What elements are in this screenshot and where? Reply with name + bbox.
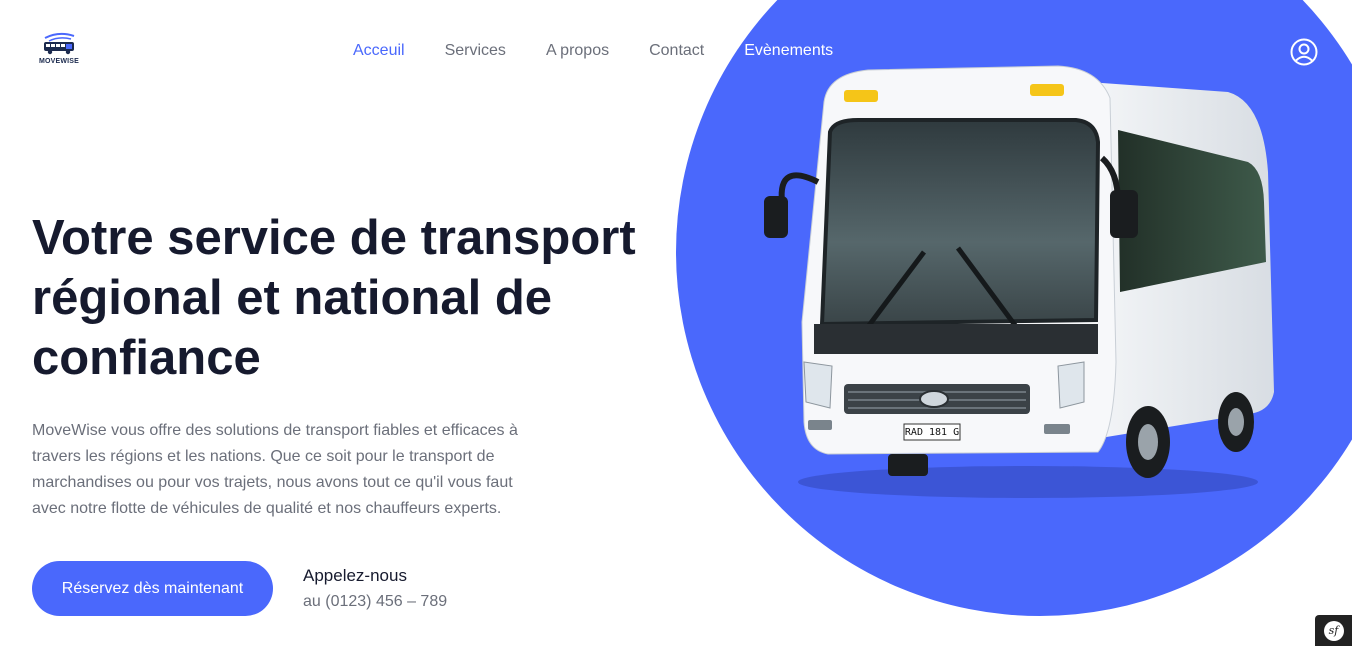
bus-image [764,65,1274,498]
nav-item-services[interactable]: Services [445,41,506,61]
user-account-icon[interactable] [1290,38,1318,66]
nav-item-contact[interactable]: Contact [649,41,704,61]
call-us-label: Appelez-nous [303,566,407,585]
bus-logo-icon [44,32,75,55]
symfony-icon: sf [1323,620,1344,641]
nav-item-evenements[interactable]: Evènements [744,41,833,61]
main-nav: Acceuil Services A propos Contact Evènem… [353,41,833,61]
call-us-number[interactable]: au (0123) 456 – 789 [303,593,447,611]
brand-logo[interactable]: MOVEWISE [36,32,82,70]
page: MOVEWISE Acceuil Services A propos Conta… [0,0,1352,646]
debug-toolbar-toggle[interactable]: sf [1315,615,1352,646]
nav-item-acceuil[interactable]: Acceuil [353,41,405,61]
brand-logo-text: MOVEWISE [38,58,80,65]
nav-item-a-propos[interactable]: A propos [546,41,609,61]
bus-plate-label: RAD 181 G [904,427,960,438]
book-now-button[interactable]: Réservez dès maintenant [32,561,273,616]
hero-description: MoveWise vous offre des solutions de tra… [32,422,518,517]
hero-title: Votre service de transport régional et n… [32,211,636,385]
